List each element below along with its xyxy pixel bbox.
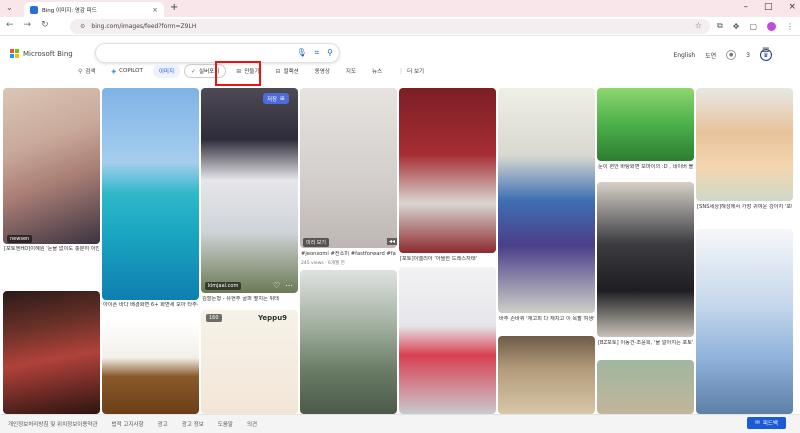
image-meta: 245 views · 6개월 전: [301, 261, 345, 266]
image-caption[interactable]: 바주 손바퀴 '재고피 다 재치고 이 옥팔 여생인' - 이시아경제: [499, 316, 594, 323]
tab-videos[interactable]: 동영상: [309, 64, 336, 78]
image-feed-grid: newsen [포토엔HD]이혜원 '눈물 없이도 충분히 아찬 하체' - 순…: [3, 88, 797, 414]
site-info-icon[interactable]: ⚙: [80, 23, 85, 30]
brand-text: Yeppu9: [258, 314, 288, 322]
url-text: bing.com/images/feed?form=Z9LH: [91, 23, 197, 30]
minimize-icon[interactable]: –: [743, 2, 748, 12]
check-icon: ✓: [191, 67, 197, 75]
search-input[interactable]: 🎙 ⌗ ⚲: [95, 43, 340, 63]
tab-more[interactable]: ⋮ 더 보기: [392, 64, 430, 78]
footer-link-legal[interactable]: 법적 고지사항: [112, 420, 144, 428]
source-badge: newsen: [7, 235, 33, 243]
image-caption[interactable]: 아이폰 바다 배경화면 6+ 화면세 모아 타주세요 - 1시 VIN: [103, 302, 198, 309]
save-button[interactable]: 저장 ⊞: [263, 93, 289, 104]
image-tile[interactable]: [201, 88, 298, 293]
bookmark-star-icon[interactable]: ☆: [695, 21, 702, 30]
back-icon[interactable]: ←: [6, 20, 14, 30]
preview-icon[interactable]: ◂◂: [387, 238, 398, 245]
more-icon: ⋮: [398, 67, 405, 75]
close-icon[interactable]: ×: [152, 6, 158, 14]
image-tile[interactable]: [696, 229, 793, 414]
profile-avatar[interactable]: [767, 21, 776, 31]
image-tile[interactable]: [399, 267, 496, 414]
browser-tab-strip: ⌄ Bing 이미지: 영감 피드 × + – □ ×: [0, 0, 800, 17]
video-count-badge: 160: [206, 314, 222, 322]
sidebar-icon[interactable]: ▢: [749, 22, 757, 31]
bing-favicon-icon: [30, 5, 38, 14]
logo-text: Microsoft Bing: [23, 49, 73, 58]
puzzle-icon[interactable]: ✥: [733, 22, 740, 31]
address-bar[interactable]: ⚙ bing.com/images/feed?form=Z9LH ☆: [70, 19, 710, 34]
tab-news[interactable]: 뉴스: [366, 64, 388, 78]
image-tile[interactable]: [597, 182, 694, 337]
bing-header: Microsoft Bing 🎙 ⌗ ⚲ English 도연 ● 3 ♛: [0, 36, 800, 86]
page-footer: 개인정보처리방침 및 위치정보이용약관 법적 고지사항 광고 광고 정보 도움말…: [0, 414, 800, 433]
image-tile[interactable]: [3, 291, 100, 414]
image-tile[interactable]: [696, 88, 793, 201]
image-tile[interactable]: [102, 320, 199, 414]
collection-icon: ⊟: [275, 67, 281, 75]
search-icon: ⚲: [78, 67, 83, 75]
extension-icon[interactable]: ⧉: [717, 21, 723, 31]
feedback-icon: ✉: [755, 420, 760, 426]
tab-search-icon[interactable]: ⌄: [6, 3, 13, 12]
reload-icon[interactable]: ↻: [41, 20, 49, 30]
feedback-button[interactable]: ✉ 피드백: [747, 417, 786, 429]
tab-collections[interactable]: ⊟ 컬렉션: [270, 64, 305, 78]
tab-search[interactable]: ⚲ 검색: [72, 64, 102, 78]
language-link[interactable]: English: [673, 52, 695, 59]
more-icon[interactable]: ⋯: [285, 281, 293, 290]
address-bar-row: ← → ↻ ⚙ bing.com/images/feed?form=Z9LH ☆…: [0, 17, 800, 36]
tab-copilot[interactable]: ◈ COPILOT: [106, 64, 149, 78]
image-tile[interactable]: [300, 270, 397, 414]
visual-search-icon[interactable]: ⌗: [315, 48, 320, 58]
tab-images[interactable]: 이미지: [152, 64, 181, 78]
rewards-count[interactable]: 3: [746, 52, 750, 59]
search-icon[interactable]: ⚲: [327, 48, 333, 58]
copilot-icon: ◈: [111, 67, 117, 75]
new-tab-icon[interactable]: +: [170, 2, 178, 13]
image-caption[interactable]: [BZ포토] 이동건·조윤희, '물 알아지는 포토' - 이포이미: [598, 340, 693, 347]
create-tab-highlight: [215, 61, 261, 86]
image-tile[interactable]: [201, 310, 298, 414]
hamburger-menu-icon[interactable]: ≡: [762, 45, 770, 56]
footer-link-help[interactable]: 도움말: [218, 420, 233, 428]
window-close-icon[interactable]: ×: [788, 2, 796, 12]
image-caption[interactable]: [SNS세상]해성에서 가장 귀여운 강아지 '포메로' 뜨끈해인지 코넛지 |…: [697, 204, 792, 211]
like-icon[interactable]: ♡: [273, 281, 280, 290]
image-tile[interactable]: [498, 88, 595, 313]
chrome-menu-icon[interactable]: ⋮: [786, 22, 794, 31]
footer-link-privacy[interactable]: 개인정보처리방침 및 위치정보이용약관: [8, 420, 98, 428]
tab-title: Bing 이미지: 영감 피드: [42, 7, 97, 14]
collection-add-icon: ⊞: [280, 95, 285, 102]
image-tile[interactable]: [498, 336, 595, 414]
maximize-icon[interactable]: □: [764, 2, 773, 12]
image-tile[interactable]: [300, 88, 397, 248]
image-caption[interactable]: [포토엔HD]이혜원 '눈물 없이도 충분히 아찬 하체' - 순애 '잘 하드…: [4, 246, 99, 253]
image-caption[interactable]: 눈이 편안 바탕화면 모마이의 :D , 네이버 블로그: [598, 164, 693, 171]
footer-link-ad-info[interactable]: 광고 정보: [182, 420, 204, 428]
microsoft-logo-icon: [10, 49, 19, 58]
source-badge: kimjaal.com: [205, 282, 242, 290]
bing-logo[interactable]: Microsoft Bing: [10, 49, 73, 58]
preview-tag: 미리 보기: [303, 238, 329, 247]
forward-icon[interactable]: →: [24, 20, 32, 30]
image-tile[interactable]: [399, 88, 496, 253]
user-avatar-icon[interactable]: ●: [726, 50, 737, 60]
image-tile[interactable]: [3, 88, 100, 244]
microphone-icon[interactable]: 🎙: [296, 48, 306, 58]
browser-tab[interactable]: Bing 이미지: 영감 피드 ×: [24, 2, 164, 17]
image-tile[interactable]: [597, 88, 694, 161]
image-tile[interactable]: [102, 88, 199, 300]
tab-maps[interactable]: 지도: [340, 64, 362, 78]
image-tile[interactable]: [597, 360, 694, 414]
image-caption[interactable]: #jeonsomi #전소미 #fastforward #fastforward…: [301, 251, 396, 258]
image-caption[interactable]: 김할돈형 - 유현주 골퍼 옆치는 뒤태: [202, 296, 297, 303]
image-caption[interactable]: [포토]이엘리아 '아찔한 드레스자태': [400, 256, 495, 263]
footer-link-feedback[interactable]: 의견: [247, 420, 257, 428]
user-name[interactable]: 도연: [705, 51, 716, 60]
footer-link-ads[interactable]: 광고: [158, 420, 168, 428]
